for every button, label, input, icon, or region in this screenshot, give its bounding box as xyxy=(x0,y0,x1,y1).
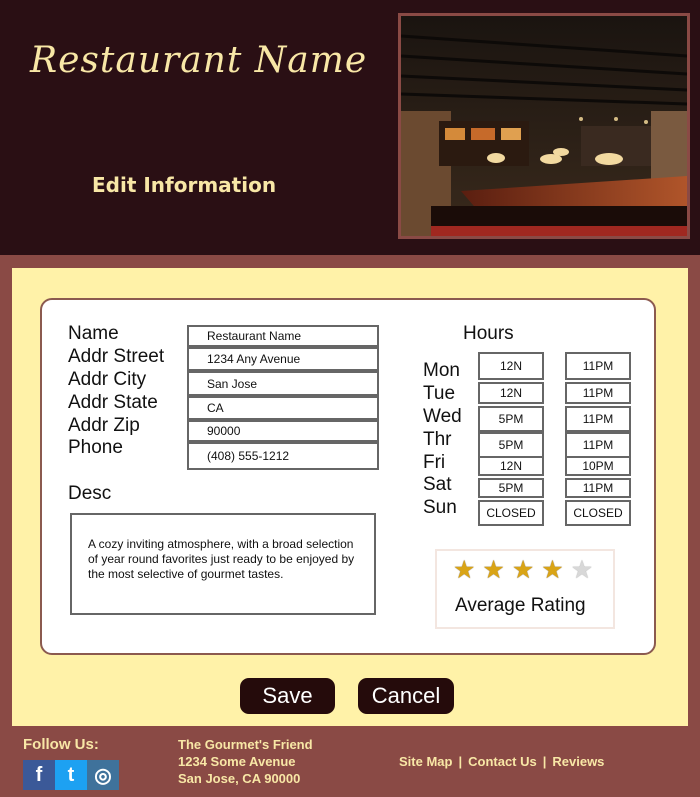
day-label: Sun xyxy=(423,497,457,518)
close-time-field[interactable]: 11PM xyxy=(565,352,631,380)
star-filled-icon: ★ xyxy=(511,556,535,584)
label-phone: Phone xyxy=(68,437,123,458)
follow-us-label: Follow Us: xyxy=(23,736,99,753)
star-filled-icon: ★ xyxy=(541,556,564,584)
day-label: Tue xyxy=(423,383,456,404)
name-field[interactable]: Restaurant Name xyxy=(187,325,379,347)
open-time-field[interactable]: 5PM xyxy=(478,478,544,498)
open-time-field[interactable]: 5PM xyxy=(478,432,544,458)
address-line: The Gourmet's Friend xyxy=(178,737,313,752)
city-field[interactable]: San Jose xyxy=(187,371,379,396)
restaurant-photo xyxy=(398,13,690,239)
close-time-field[interactable]: CLOSED xyxy=(565,500,631,526)
open-time-field[interactable]: 12N xyxy=(478,382,544,404)
star-filled-icon: ★ xyxy=(453,556,476,584)
reviews-link[interactable]: Reviews xyxy=(552,754,604,769)
rating-box: ★ ★ ★ ★ ★ Average Rating xyxy=(435,549,615,629)
footer: Follow Us: f t ◎ The Gourmet's Friend 12… xyxy=(0,726,700,797)
cancel-button[interactable]: Cancel xyxy=(358,678,454,714)
hours-title: Hours xyxy=(463,323,514,344)
street-field[interactable]: 1234 Any Avenue xyxy=(187,347,379,371)
address-line: San Jose, CA 90000 xyxy=(178,771,301,786)
star-filled-icon: ★ xyxy=(482,556,505,584)
close-time-field[interactable]: 11PM xyxy=(565,432,631,458)
contact-us-link[interactable]: Contact Us xyxy=(468,754,537,769)
twitter-icon[interactable]: t xyxy=(55,760,87,790)
open-time-field[interactable]: 5PM xyxy=(478,406,544,432)
link-separator: | xyxy=(458,754,463,769)
header: Restaurant Name Edit Information xyxy=(0,0,700,255)
label-city: Addr City xyxy=(68,369,147,390)
rating-label: Average Rating xyxy=(455,595,586,616)
address-line: 1234 Some Avenue xyxy=(178,754,296,769)
save-button[interactable]: Save xyxy=(240,678,335,714)
page-title: Edit Information xyxy=(92,173,277,197)
label-name: Name xyxy=(68,323,119,344)
phone-field[interactable]: (408) 555-1212 xyxy=(187,442,379,470)
info-card: Name Addr Street Addr City Addr State Ad… xyxy=(40,298,656,655)
day-label: Fri xyxy=(423,452,446,473)
day-label: Mon xyxy=(423,360,460,381)
day-label: Thr xyxy=(423,429,452,450)
edit-panel: Name Addr Street Addr City Addr State Ad… xyxy=(12,268,688,726)
star-empty-icon: ★ xyxy=(570,556,594,584)
zip-field[interactable]: 90000 xyxy=(187,420,379,442)
footer-links: Site Map | Contact Us | Reviews xyxy=(399,754,604,769)
day-label: Wed xyxy=(423,406,462,427)
state-field[interactable]: CA xyxy=(187,396,379,420)
label-zip: Addr Zip xyxy=(68,415,140,436)
social-icons: f t ◎ xyxy=(23,760,119,790)
label-state: Addr State xyxy=(68,392,158,413)
close-time-field[interactable]: 10PM xyxy=(565,456,631,476)
close-time-field[interactable]: 11PM xyxy=(565,478,631,498)
rating-stars: ★ ★ ★ ★ ★ xyxy=(453,557,593,583)
restaurant-logo: Restaurant Name xyxy=(30,40,368,81)
instagram-icon[interactable]: ◎ xyxy=(87,760,119,790)
footer-address: The Gourmet's Friend 1234 Some Avenue Sa… xyxy=(178,736,313,787)
label-desc: Desc xyxy=(68,483,112,504)
site-map-link[interactable]: Site Map xyxy=(399,754,452,769)
close-time-field[interactable]: 11PM xyxy=(565,406,631,432)
description-field[interactable]: A cozy inviting atmosphere, with a broad… xyxy=(70,513,376,615)
link-separator: | xyxy=(542,754,547,769)
open-time-field[interactable]: CLOSED xyxy=(478,500,544,526)
close-time-field[interactable]: 11PM xyxy=(565,382,631,404)
facebook-icon[interactable]: f xyxy=(23,760,55,790)
label-street: Addr Street xyxy=(68,346,165,367)
day-label: Sat xyxy=(423,474,452,495)
open-time-field[interactable]: 12N xyxy=(478,352,544,380)
open-time-field[interactable]: 12N xyxy=(478,456,544,476)
